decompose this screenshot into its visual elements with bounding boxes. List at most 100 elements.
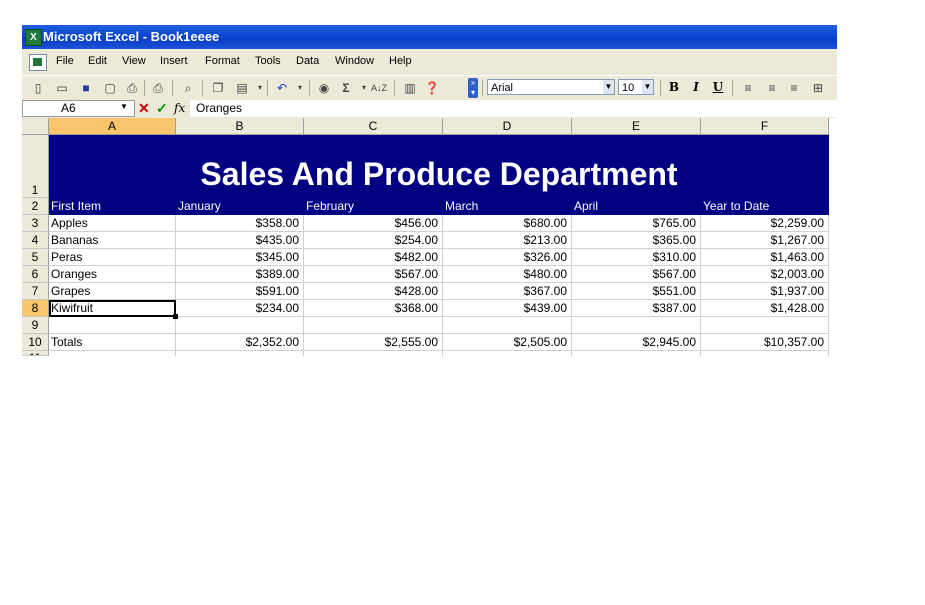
toolbar-options-icon[interactable]: » ▾ bbox=[468, 78, 478, 98]
row-header-8[interactable]: 8 bbox=[22, 300, 49, 317]
chevron-down-icon[interactable]: ▼ bbox=[603, 80, 614, 94]
table-cell[interactable]: $2,352.00 bbox=[176, 334, 304, 351]
row-header-5[interactable]: 5 bbox=[22, 249, 49, 266]
table-cell[interactable]: $2,259.00 bbox=[701, 215, 829, 232]
font-size-dropdown[interactable]: 10 ▼ bbox=[618, 79, 654, 95]
new-icon[interactable]: ▯ bbox=[30, 80, 46, 96]
table-cell[interactable]: $389.00 bbox=[176, 266, 304, 283]
align-center-icon[interactable]: ≡ bbox=[764, 80, 780, 96]
undo-icon[interactable]: ↶ bbox=[274, 80, 290, 96]
workbook-icon[interactable] bbox=[29, 54, 47, 71]
row-header-7[interactable]: 7 bbox=[22, 283, 49, 300]
insert-function-icon[interactable]: fx bbox=[174, 101, 185, 115]
sort-ascending-icon[interactable]: A↓Z bbox=[368, 80, 390, 96]
align-right-icon[interactable]: ≡ bbox=[786, 80, 802, 96]
table-cell[interactable]: $1,937.00 bbox=[701, 283, 829, 300]
underline-button[interactable]: U bbox=[710, 80, 726, 94]
table-cell[interactable]: $310.00 bbox=[572, 249, 701, 266]
menu-view[interactable]: View bbox=[122, 55, 146, 67]
row-header-6[interactable]: 6 bbox=[22, 266, 49, 283]
italic-button[interactable]: I bbox=[688, 80, 704, 94]
table-cell[interactable]: $435.00 bbox=[176, 232, 304, 249]
table-cell[interactable]: $213.00 bbox=[443, 232, 572, 249]
table-cell[interactable]: $480.00 bbox=[443, 266, 572, 283]
table-cell[interactable]: $387.00 bbox=[572, 300, 701, 317]
menu-insert[interactable]: Insert bbox=[160, 55, 188, 67]
table-cell[interactable] bbox=[176, 351, 304, 356]
row-header-2[interactable]: 2 bbox=[22, 198, 49, 215]
print-icon[interactable]: ⎙ bbox=[124, 80, 140, 96]
table-cell[interactable]: $482.00 bbox=[304, 249, 443, 266]
table-cell[interactable]: $428.00 bbox=[304, 283, 443, 300]
chevron-down-icon[interactable]: ▼ bbox=[120, 102, 128, 111]
row-header-1[interactable]: 1 bbox=[22, 135, 49, 198]
table-cell[interactable]: $439.00 bbox=[443, 300, 572, 317]
table-cell[interactable] bbox=[304, 317, 443, 334]
table-cell[interactable]: $680.00 bbox=[443, 215, 572, 232]
table-cell[interactable]: $1,267.00 bbox=[701, 232, 829, 249]
sheet-banner[interactable]: Sales And Produce Department bbox=[49, 135, 829, 198]
table-cell[interactable]: $234.00 bbox=[176, 300, 304, 317]
menu-tools[interactable]: Tools bbox=[255, 55, 281, 67]
row-header-11[interactable]: 11 bbox=[22, 351, 49, 356]
table-cell[interactable] bbox=[701, 317, 829, 334]
table-cell[interactable]: $367.00 bbox=[443, 283, 572, 300]
formula-input[interactable]: Oranges bbox=[190, 100, 843, 117]
save-icon[interactable]: ■ bbox=[78, 80, 94, 96]
chevron-down-icon[interactable]: ▼ bbox=[642, 80, 653, 94]
table-cell[interactable] bbox=[304, 351, 443, 356]
bold-button[interactable]: B bbox=[666, 80, 682, 94]
table-cell[interactable]: $1,463.00 bbox=[701, 249, 829, 266]
table-cell[interactable]: Totals bbox=[49, 334, 176, 351]
hyperlink-icon[interactable]: ◉ bbox=[316, 80, 332, 96]
table-cell[interactable]: $765.00 bbox=[572, 215, 701, 232]
table-cell[interactable]: $10,357.00 bbox=[701, 334, 829, 351]
row-header-10[interactable]: 10 bbox=[22, 334, 49, 351]
table-cell[interactable]: $2,945.00 bbox=[572, 334, 701, 351]
table-cell[interactable]: Apples bbox=[49, 215, 176, 232]
table-cell[interactable]: Oranges bbox=[49, 266, 176, 283]
research-icon[interactable]: ⌕ bbox=[180, 80, 196, 96]
menu-data[interactable]: Data bbox=[296, 55, 319, 67]
menu-file[interactable]: File bbox=[56, 55, 74, 67]
column-header-a[interactable]: A bbox=[49, 118, 176, 135]
table-cell[interactable]: Bananas bbox=[49, 232, 176, 249]
column-header-d[interactable]: D bbox=[443, 118, 572, 135]
table-cell[interactable]: $368.00 bbox=[304, 300, 443, 317]
table-cell[interactable]: $2,505.00 bbox=[443, 334, 572, 351]
merge-center-icon[interactable]: ⊞ bbox=[810, 80, 826, 96]
cancel-icon[interactable]: ✕ bbox=[138, 100, 150, 117]
enter-icon[interactable]: ✓ bbox=[156, 100, 168, 117]
select-all-corner[interactable] bbox=[22, 118, 49, 135]
row-header-9[interactable]: 9 bbox=[22, 317, 49, 334]
table-cell[interactable]: $1,428.00 bbox=[701, 300, 829, 317]
header-cell[interactable]: February bbox=[304, 198, 443, 215]
menu-edit[interactable]: Edit bbox=[88, 55, 107, 67]
menu-format[interactable]: Format bbox=[205, 55, 240, 67]
table-cell[interactable]: $591.00 bbox=[176, 283, 304, 300]
paste-icon[interactable]: ▤ bbox=[234, 80, 250, 96]
table-cell[interactable]: $567.00 bbox=[304, 266, 443, 283]
table-cell[interactable] bbox=[49, 351, 176, 356]
row-header-4[interactable]: 4 bbox=[22, 232, 49, 249]
column-header-b[interactable]: B bbox=[176, 118, 304, 135]
table-cell[interactable]: Kiwifruit bbox=[49, 300, 176, 317]
header-cell[interactable]: April bbox=[572, 198, 701, 215]
table-cell[interactable] bbox=[443, 317, 572, 334]
font-name-dropdown[interactable]: Arial ▼ bbox=[487, 79, 615, 95]
fill-handle[interactable] bbox=[173, 314, 178, 319]
permission-icon[interactable]: ▢ bbox=[102, 80, 118, 96]
table-cell[interactable] bbox=[572, 351, 701, 356]
header-cell[interactable]: First Item bbox=[49, 198, 176, 215]
menu-window[interactable]: Window bbox=[335, 55, 374, 67]
table-cell[interactable]: $365.00 bbox=[572, 232, 701, 249]
table-cell[interactable]: $254.00 bbox=[304, 232, 443, 249]
table-cell[interactable]: $2,555.00 bbox=[304, 334, 443, 351]
excel-app-icon[interactable]: X bbox=[25, 29, 42, 46]
undo-dropdown-icon[interactable]: ▾ bbox=[292, 80, 308, 96]
chart-wizard-icon[interactable]: ▥ bbox=[402, 80, 418, 96]
table-cell[interactable]: $345.00 bbox=[176, 249, 304, 266]
table-cell[interactable]: $2,003.00 bbox=[701, 266, 829, 283]
name-box[interactable]: A6 bbox=[22, 100, 135, 117]
copy-icon[interactable]: ❐ bbox=[210, 80, 226, 96]
